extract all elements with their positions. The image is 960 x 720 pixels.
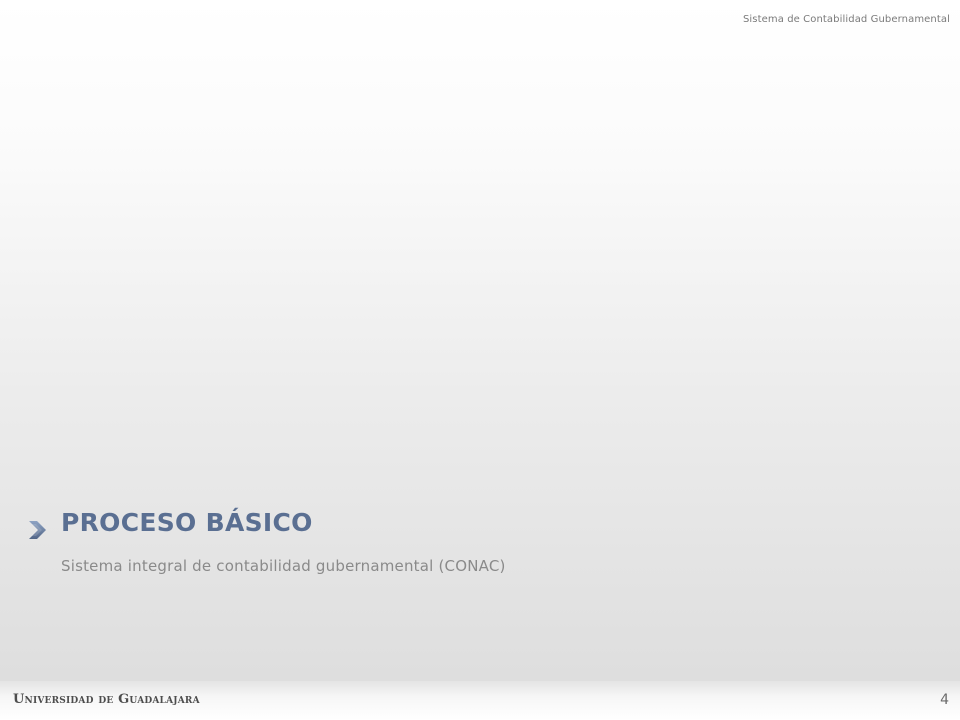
page-number: 4 — [940, 692, 949, 708]
section-title-block: PROCESO BÁSICO Sistema integral de conta… — [26, 508, 726, 598]
section-title: PROCESO BÁSICO — [61, 508, 313, 537]
document-header-title: Sistema de Contabilidad Gubernamental — [742, 14, 950, 25]
chevron-right-icon — [26, 518, 50, 542]
university-logo: Universidad de Guadalajara — [13, 692, 200, 707]
section-subtitle: Sistema integral de contabilidad guberna… — [61, 557, 506, 575]
